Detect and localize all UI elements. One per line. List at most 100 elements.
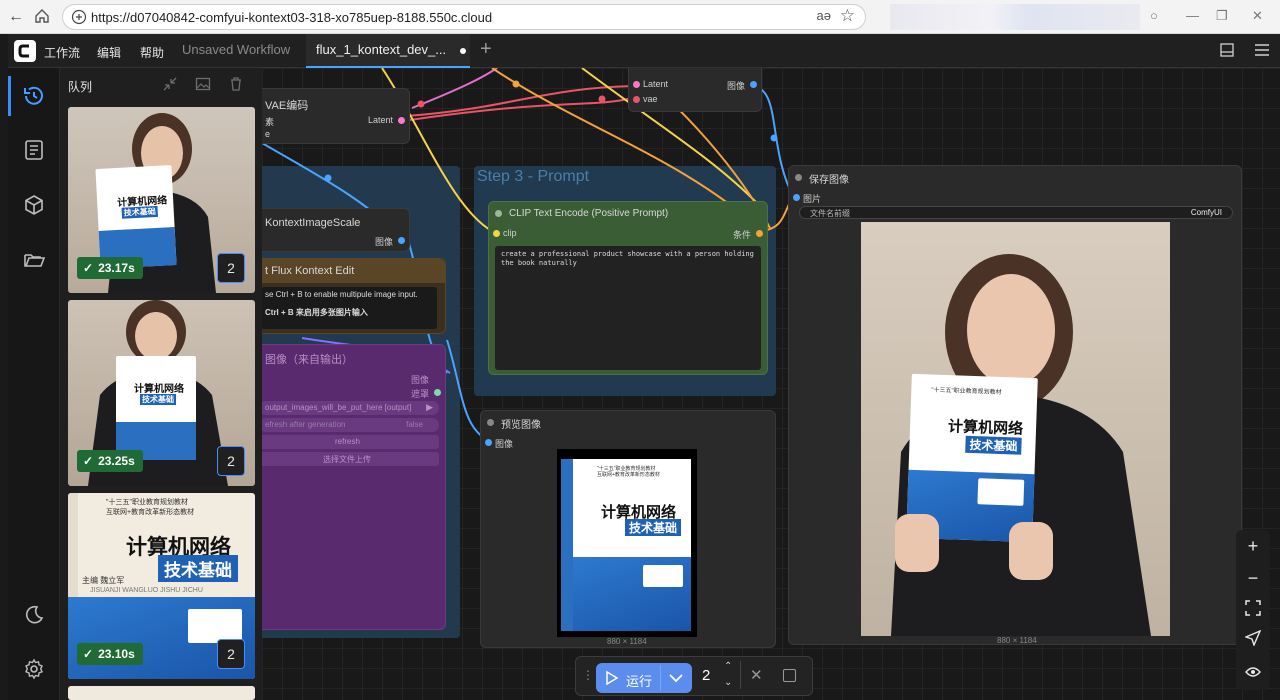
upload-button[interactable]: 选择文件上传 (323, 454, 371, 465)
port-image-dot[interactable] (750, 81, 757, 88)
run-label: 运行 (626, 674, 653, 689)
image-count-badge[interactable]: 2 (217, 446, 245, 476)
port-image-out[interactable]: 图像 (411, 373, 429, 386)
port-image-out[interactable]: 图像 (727, 79, 745, 92)
node-vae-encode[interactable]: VAE编码 素 e Latent (262, 88, 410, 144)
run-button[interactable]: 运行 (596, 663, 692, 693)
port-image[interactable]: 图片 (803, 192, 821, 205)
hamburger-menu-icon[interactable] (1254, 43, 1270, 60)
queue-history-icon[interactable] (8, 76, 46, 116)
clear-trash-icon[interactable] (228, 76, 244, 92)
queue-item[interactable] (68, 686, 255, 700)
increment-icon[interactable]: ⌃ (724, 661, 732, 672)
refresh-button[interactable]: refresh (335, 437, 360, 446)
port-latent-out[interactable]: Latent (368, 115, 393, 125)
comfyui-logo-icon[interactable] (14, 40, 36, 62)
port-latent-dot[interactable] (398, 117, 405, 124)
queue-item[interactable]: "十三五"职业教育规划教材 互联网+教育改革新形态教材 计算机网络 技术基础 主… (68, 493, 255, 679)
node-save-image[interactable]: 保存图像 图片 文件名前缀 ComfyUI "十三五"职业教育规划教材 计算机网… (788, 165, 1242, 645)
node-title: 保存图像 (809, 175, 849, 186)
file-widget[interactable]: output_images_will_be_put_here [output] (265, 403, 411, 412)
port-mask-dot[interactable] (434, 389, 441, 396)
visibility-eye-icon[interactable] (1243, 662, 1263, 682)
panel-toggle-icon[interactable] (1220, 43, 1234, 60)
node-preview-image[interactable]: 预览图像 图像 "十三五"职业教育规划教材 互联网+教育改革新形态教材 计算机网… (480, 410, 776, 648)
book-subtitle: 技术基础 (158, 555, 238, 582)
file-arrow-icon[interactable]: ▶ (426, 402, 433, 413)
queue-item[interactable]: 计算机网络 技术基础 ✓ 23.17s 2 (68, 107, 255, 293)
port-vae[interactable]: e (265, 129, 270, 139)
mic-icon[interactable]: ○ (1150, 8, 1158, 23)
node-library-icon[interactable] (22, 138, 46, 162)
graph-canvas[interactable]: Step 3 - Prompt VAE编码 素 e Latent Latent … (262, 68, 1280, 700)
fit-view-icon[interactable] (1243, 600, 1263, 620)
image-count-badge[interactable]: 2 (217, 639, 245, 669)
port-clip[interactable]: clip (503, 228, 517, 238)
refresh-toggle-value[interactable]: false (406, 420, 423, 429)
cancel-icon[interactable]: ✕ (750, 666, 763, 684)
zoom-in-icon[interactable]: + (1243, 536, 1263, 556)
node-clip-text-encode[interactable]: CLIP Text Encode (Positive Prompt) clip … (488, 201, 768, 375)
port-image-dot[interactable] (485, 439, 492, 446)
port-conditioning-out[interactable]: 条件 (733, 228, 751, 241)
image-gallery-icon[interactable] (195, 76, 211, 92)
close-window-icon[interactable]: ✕ (1252, 8, 1263, 24)
theme-moon-icon[interactable] (22, 603, 46, 627)
favorite-icon[interactable]: ☆ (840, 6, 855, 26)
port-pixels[interactable]: 素 (265, 115, 274, 128)
menu-edit[interactable]: 编辑 (97, 44, 121, 61)
zoom-out-icon[interactable]: − (1243, 568, 1263, 588)
batch-count-input[interactable]: 2 (702, 667, 710, 684)
decrement-icon[interactable]: ⌄ (724, 677, 732, 688)
home-icon[interactable] (32, 7, 52, 27)
queue-item[interactable]: 计算机网络 技术基础 ✓ 23.25s 2 (68, 300, 255, 486)
port-latent-dot[interactable] (633, 81, 640, 88)
image-count-badge[interactable]: 2 (217, 253, 245, 283)
port-mask-out[interactable]: 遮罩 (411, 387, 429, 400)
node-title: CLIP Text Encode (Positive Prompt) (509, 208, 669, 219)
queue-panel: 队列 计算机网络 技术基础 ✓ 23.17s 2 计算机网络 技术基础 ✓ 23… (60, 68, 262, 700)
restore-icon[interactable]: ❐ (1216, 8, 1228, 24)
node-kontext-image-scale[interactable]: KontextImageScale 图像 (262, 208, 410, 252)
node-load-image-output[interactable]: 图像（来自输出） 图像 遮罩 output_images_will_be_put… (262, 344, 446, 630)
node-collapse-dot[interactable] (495, 210, 502, 217)
port-image[interactable]: 图像 (495, 437, 513, 450)
filename-prefix-widget[interactable]: 文件名前缀 ComfyUI (799, 206, 1233, 219)
port-clip-dot[interactable] (493, 230, 500, 237)
settings-gear-icon[interactable] (22, 657, 46, 681)
port-latent[interactable]: Latent (643, 79, 668, 89)
address-bar[interactable]: https://d07040842-comfyui-kontext03-318-… (62, 4, 866, 30)
minimize-icon[interactable]: — (1186, 8, 1199, 23)
read-aloud-icon[interactable]: aə (817, 8, 831, 23)
node-note[interactable]: t Flux Kontext Edit se Ctrl + B to enabl… (262, 258, 446, 334)
tab-flux-kontext[interactable]: flux_1_kontext_dev_... (306, 34, 470, 68)
book-subtitle: 技术基础 (965, 435, 1022, 455)
back-icon[interactable]: ← (6, 7, 26, 27)
url-text: https://d07040842-comfyui-kontext03-318-… (91, 10, 493, 25)
play-icon (606, 671, 618, 685)
stop-icon[interactable] (783, 669, 796, 682)
select-mode-icon[interactable] (1243, 629, 1263, 650)
port-image-out[interactable]: 图像 (375, 235, 393, 248)
port-image-dot[interactable] (398, 237, 405, 244)
node-collapse-dot[interactable] (795, 174, 802, 181)
refresh-toggle-label[interactable]: efresh after generation (265, 420, 346, 429)
node-vae-decode[interactable]: Latent vae 图像 (628, 68, 762, 112)
node-collapse-dot[interactable] (487, 419, 494, 426)
new-tab-button[interactable]: + (480, 38, 492, 61)
port-conditioning-dot[interactable] (756, 230, 763, 237)
node-title: KontextImageScale (265, 217, 361, 229)
book-cover: 计算机网络 技术基础 (116, 356, 196, 460)
tab-unsaved-workflow[interactable]: Unsaved Workflow (172, 34, 306, 86)
workflows-folder-icon[interactable] (22, 248, 46, 272)
port-vae-dot[interactable] (633, 96, 640, 103)
menu-workflow[interactable]: 工作流 (44, 44, 80, 61)
chevron-down-icon[interactable] (669, 673, 683, 683)
port-vae[interactable]: vae (643, 94, 658, 104)
prompt-textarea[interactable]: create a professional product showcase w… (495, 246, 761, 370)
site-info-icon[interactable] (71, 9, 87, 25)
port-image-dot[interactable] (793, 194, 800, 201)
menu-help[interactable]: 帮助 (140, 44, 164, 61)
model-library-icon[interactable] (22, 193, 46, 217)
collapse-icon[interactable] (162, 76, 178, 92)
